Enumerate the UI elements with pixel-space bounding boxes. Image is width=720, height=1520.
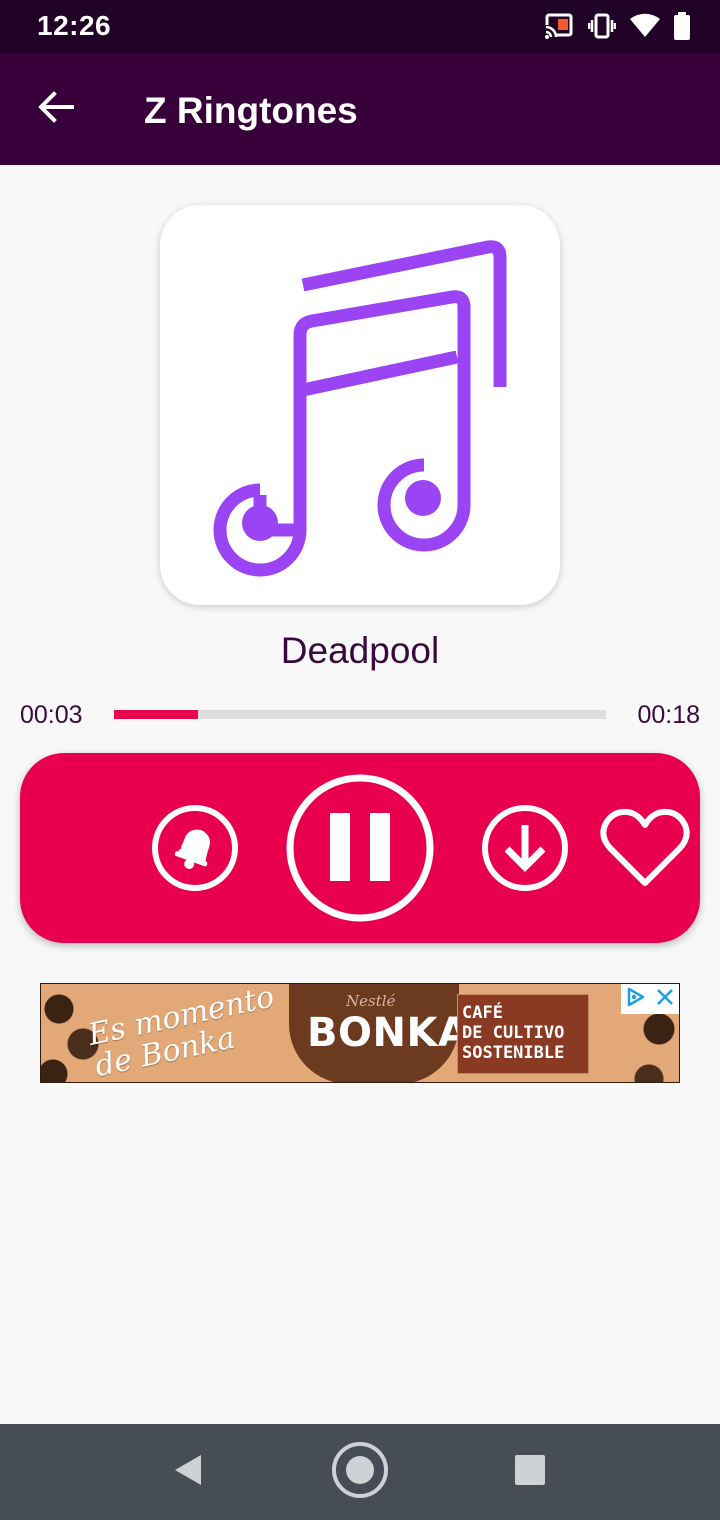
wifi-icon (630, 13, 660, 39)
cast-icon (544, 13, 574, 39)
battery-icon (674, 12, 690, 40)
ad-claim: CAFÉ DE CULTIVO SOSTENIBLE (457, 994, 589, 1074)
total-time: 00:18 (637, 701, 700, 729)
close-icon (656, 988, 674, 1011)
system-nav-bar (0, 1424, 720, 1520)
song-artwork (160, 205, 560, 605)
vibrate-icon (588, 13, 616, 39)
ad-banner[interactable]: Es momento de Bonka Nestlé BONKA CAFÉ DE… (40, 983, 680, 1083)
status-bar: 12:26 (0, 0, 720, 53)
download-button[interactable] (480, 803, 570, 893)
download-icon (480, 803, 570, 893)
ad-brand-small: Nestlé (346, 992, 396, 1010)
nav-recents-button[interactable] (500, 1448, 560, 1496)
song-title: Deadpool (280, 630, 440, 671)
back-button[interactable] (30, 83, 82, 135)
ad-slogan: Es momento de Bonka (85, 983, 278, 1083)
arrow-back-icon (38, 90, 74, 128)
favorite-button[interactable] (600, 805, 690, 891)
nav-recents-icon (514, 1454, 546, 1491)
app-toolbar: Z Ringtones (0, 53, 720, 165)
progress-seekbar[interactable] (114, 710, 606, 719)
nav-home-icon (331, 1441, 389, 1504)
status-time: 12:26 (37, 10, 112, 41)
nav-back-icon (173, 1453, 203, 1492)
adchoices-icon (626, 986, 646, 1013)
elapsed-time: 00:03 (20, 701, 83, 729)
status-icons (544, 10, 690, 42)
ad-brand-name: BONKA (307, 1010, 470, 1056)
pause-button[interactable] (285, 773, 435, 923)
player-controls (20, 753, 700, 943)
set-ringtone-button[interactable] (150, 803, 240, 893)
pause-icon (285, 773, 435, 923)
ad-close-button[interactable] (651, 984, 679, 1014)
nav-back-button[interactable] (158, 1448, 218, 1496)
progress-thumb[interactable] (188, 704, 208, 724)
adchoices-button[interactable] (621, 984, 651, 1014)
nav-home-button[interactable] (330, 1441, 390, 1498)
heart-icon (600, 805, 690, 891)
progress-fill (114, 710, 198, 719)
ad-claim-line: DE CULTIVO (462, 1023, 565, 1043)
ad-claim-line: CAFÉ (462, 1003, 503, 1023)
bell-icon (150, 803, 240, 893)
ad-claim-line: SOSTENIBLE (462, 1043, 565, 1063)
app-title: Z Ringtones (144, 90, 358, 131)
